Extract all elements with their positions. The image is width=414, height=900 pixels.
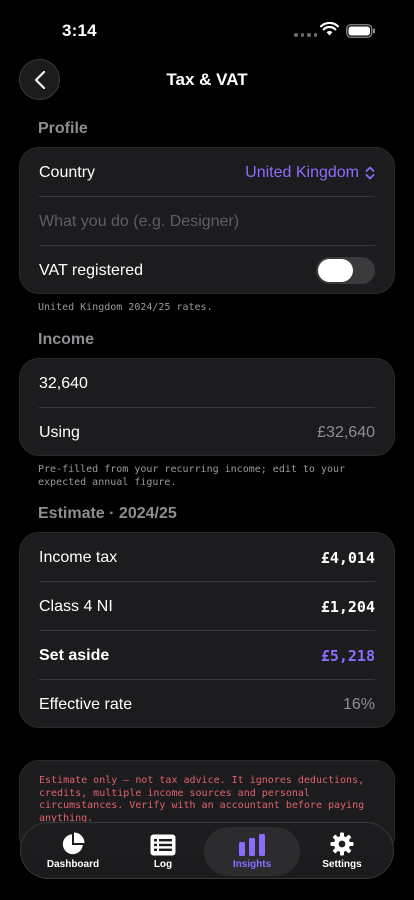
income-card: 32,640 Using £32,640 bbox=[19, 358, 395, 456]
set-aside-label: Set aside bbox=[39, 646, 110, 664]
vat-registered-toggle[interactable] bbox=[316, 257, 375, 284]
tab-insights[interactable]: Insights bbox=[204, 827, 300, 876]
tab-label: Settings bbox=[322, 859, 362, 870]
set-aside-row: Set aside £5,218 bbox=[39, 631, 375, 680]
cellular-signal-icon bbox=[294, 33, 317, 37]
tab-label: Insights bbox=[232, 859, 272, 870]
country-label: Country bbox=[39, 163, 96, 181]
bar-chart-icon bbox=[239, 834, 265, 856]
effective-rate-value: 16% bbox=[342, 695, 375, 713]
effective-rate-row: Effective rate 16% bbox=[39, 680, 375, 729]
gear-icon bbox=[330, 832, 354, 856]
income-value: 32,640 bbox=[39, 374, 88, 392]
country-value: United Kingdom bbox=[245, 163, 359, 181]
using-label: Using bbox=[39, 423, 80, 441]
status-time: 3:14 bbox=[62, 21, 97, 40]
set-aside-value: £5,218 bbox=[320, 646, 375, 665]
country-picker[interactable]: United Kingdom bbox=[245, 164, 375, 182]
income-section-header: Income bbox=[38, 331, 95, 348]
tab-settings[interactable]: Settings bbox=[294, 827, 390, 876]
wifi-icon bbox=[320, 22, 339, 36]
tab-dashboard[interactable]: Dashboard bbox=[25, 827, 121, 876]
class4-ni-value: £1,204 bbox=[320, 597, 375, 616]
pie-chart-icon bbox=[62, 832, 85, 855]
estimate-section-header: Estimate · 2024/25 bbox=[38, 505, 177, 522]
tab-label: Log bbox=[153, 859, 173, 870]
using-value: £32,640 bbox=[317, 423, 375, 441]
profile-section-header: Profile bbox=[38, 120, 88, 137]
tab-bar: Dashboard Log Insights Settings bbox=[20, 822, 394, 879]
country-row[interactable]: Country United Kingdom bbox=[39, 148, 375, 197]
status-bar: 3:14 bbox=[0, 0, 414, 56]
income-footnote: Pre-filled from your recurring income; e… bbox=[38, 464, 346, 488]
income-input[interactable]: 32,640 bbox=[39, 359, 375, 408]
occupation-field[interactable]: What you do (e.g. Designer) bbox=[39, 197, 375, 246]
vat-registered-label: VAT registered bbox=[39, 261, 144, 279]
vat-row: VAT registered bbox=[39, 246, 375, 295]
estimate-card: Income tax £4,014 Class 4 NI £1,204 Set … bbox=[19, 532, 395, 728]
battery-icon bbox=[346, 24, 375, 38]
class4-ni-label: Class 4 NI bbox=[39, 597, 113, 615]
occupation-placeholder: What you do (e.g. Designer) bbox=[39, 212, 240, 230]
income-tax-row: Income tax £4,014 bbox=[39, 533, 375, 582]
effective-rate-label: Effective rate bbox=[39, 695, 133, 713]
page-title: Tax & VAT bbox=[166, 70, 248, 89]
chevron-up-down-icon bbox=[365, 166, 375, 179]
list-icon bbox=[150, 834, 176, 856]
toggle-knob bbox=[318, 259, 353, 282]
tab-log[interactable]: Log bbox=[115, 827, 211, 876]
income-tax-label: Income tax bbox=[39, 548, 118, 566]
using-row: Using £32,640 bbox=[39, 408, 375, 457]
tab-label: Dashboard bbox=[46, 859, 100, 870]
rates-footnote: United Kingdom 2024/25 rates. bbox=[38, 302, 213, 313]
disclaimer-text: Estimate only — not tax advice. It ignor… bbox=[39, 775, 365, 824]
class4-ni-row: Class 4 NI £1,204 bbox=[39, 582, 375, 631]
income-tax-value: £4,014 bbox=[320, 548, 375, 567]
profile-card: Country United Kingdom What you do (e.g.… bbox=[19, 147, 395, 294]
